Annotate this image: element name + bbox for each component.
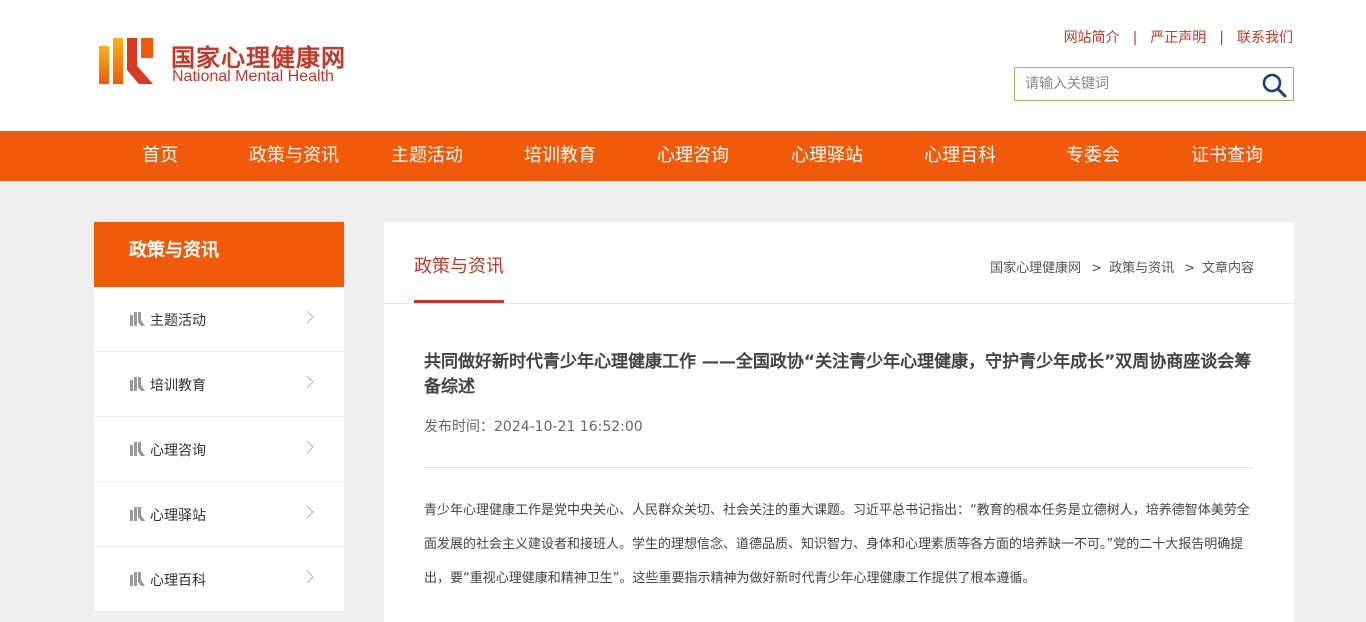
- link-declaration[interactable]: 严正声明: [1150, 30, 1206, 46]
- chevron-right-icon: [306, 440, 314, 454]
- sidebar-item-station[interactable]: 心理驿站: [94, 482, 344, 547]
- bullet-logo-icon: [130, 442, 145, 456]
- publish-info: 发布时间：2024-10-21 16:52:00: [424, 416, 643, 436]
- sidebar-item-label: 培训教育: [150, 378, 206, 394]
- article-title: 共同做好新时代青少年心理健康工作 ——全国政协“关注青少年心理健康，守护青少年成…: [424, 352, 1252, 397]
- nav-encyclopedia[interactable]: 心理百科: [919, 131, 1001, 181]
- nav-home[interactable]: 首页: [130, 131, 190, 181]
- divider: [424, 467, 1254, 468]
- chevron-right-icon: [306, 310, 314, 324]
- nav-training[interactable]: 培训教育: [519, 131, 601, 181]
- publish-time: 2024-10-21 16:52:00: [494, 419, 643, 435]
- breadcrumb-separator: >: [1091, 261, 1103, 276]
- sidebar-item-label: 主题活动: [150, 313, 206, 329]
- bullet-logo-icon: [130, 377, 145, 391]
- sidebar-item-label: 心理百科: [150, 573, 206, 589]
- sidebar-item-encyclopedia[interactable]: 心理百科: [94, 547, 344, 612]
- publish-label: 发布时间：: [424, 419, 494, 435]
- panel-header: 政策与资讯 国家心理健康网 > 政策与资讯 > 文章内容: [384, 222, 1294, 304]
- sidebar: 政策与资讯 主题活动 培训教育 心理咨询 心理驿站 心理百科: [94, 222, 344, 612]
- article-panel: 政策与资讯 国家心理健康网 > 政策与资讯 > 文章内容 共同做好新时代青少年心理健康工…: [384, 222, 1294, 622]
- sidebar-item-activities[interactable]: 主题活动: [94, 287, 344, 352]
- link-site-intro[interactable]: 网站简介: [1064, 30, 1120, 46]
- breadcrumb-current: 文章内容: [1201, 261, 1254, 276]
- article-body: 青少年心理健康工作是党中央关心、人民群众关切、社会关注的重大课题。习近平总书记指…: [424, 503, 1250, 586]
- sidebar-item-training[interactable]: 培训教育: [94, 352, 344, 417]
- breadcrumb-section[interactable]: 政策与资讯: [1109, 261, 1174, 276]
- sidebar-item-label: 心理咨询: [150, 443, 206, 459]
- separator: |: [1219, 30, 1224, 46]
- nav-committee[interactable]: 专委会: [1058, 131, 1128, 181]
- search-input[interactable]: [1015, 68, 1255, 100]
- nav-counseling[interactable]: 心理咨询: [652, 131, 734, 181]
- breadcrumb-home[interactable]: 国家心理健康网: [990, 261, 1081, 276]
- separator: |: [1132, 30, 1138, 46]
- sidebar-title: 政策与资讯: [94, 222, 344, 287]
- logo-mark-icon: [99, 38, 153, 84]
- logo-english-name: National Mental Health: [172, 68, 334, 85]
- top-links: 网站简介 | 严正声明 | 联系我们: [1064, 27, 1293, 47]
- bullet-logo-icon: [130, 572, 145, 586]
- sidebar-item-counseling[interactable]: 心理咨询: [94, 417, 344, 482]
- nav-activities[interactable]: 主题活动: [386, 131, 468, 181]
- nav-certificate[interactable]: 证书查询: [1186, 131, 1268, 181]
- chevron-right-icon: [306, 375, 314, 389]
- nav-station[interactable]: 心理驿站: [786, 131, 868, 181]
- chevron-right-icon: [306, 505, 314, 519]
- search-icon[interactable]: [1261, 72, 1287, 98]
- bullet-logo-icon: [130, 312, 145, 326]
- nav-policy[interactable]: 政策与资讯: [244, 131, 344, 181]
- section-title-underline: [414, 300, 504, 303]
- chevron-right-icon: [306, 570, 314, 584]
- sidebar-item-label: 心理驿站: [150, 508, 206, 524]
- breadcrumb-separator: >: [1184, 261, 1195, 276]
- site-header: 国家心理健康网 National Mental Health 网站简介 | 严正声明…: [0, 0, 1366, 131]
- bullet-logo-icon: [130, 507, 145, 521]
- site-logo[interactable]: 国家心理健康网 National Mental Health: [97, 34, 357, 88]
- search-box: [1014, 67, 1294, 101]
- main-nav: 首页 政策与资讯 主题活动 培训教育 心理咨询 心理驿站 心理百科 专委会 证书…: [0, 131, 1366, 181]
- section-title: 政策与资讯: [414, 256, 504, 277]
- breadcrumb: 国家心理健康网 > 政策与资讯 > 文章内容: [990, 257, 1254, 276]
- link-contact[interactable]: 联系我们: [1237, 30, 1293, 46]
